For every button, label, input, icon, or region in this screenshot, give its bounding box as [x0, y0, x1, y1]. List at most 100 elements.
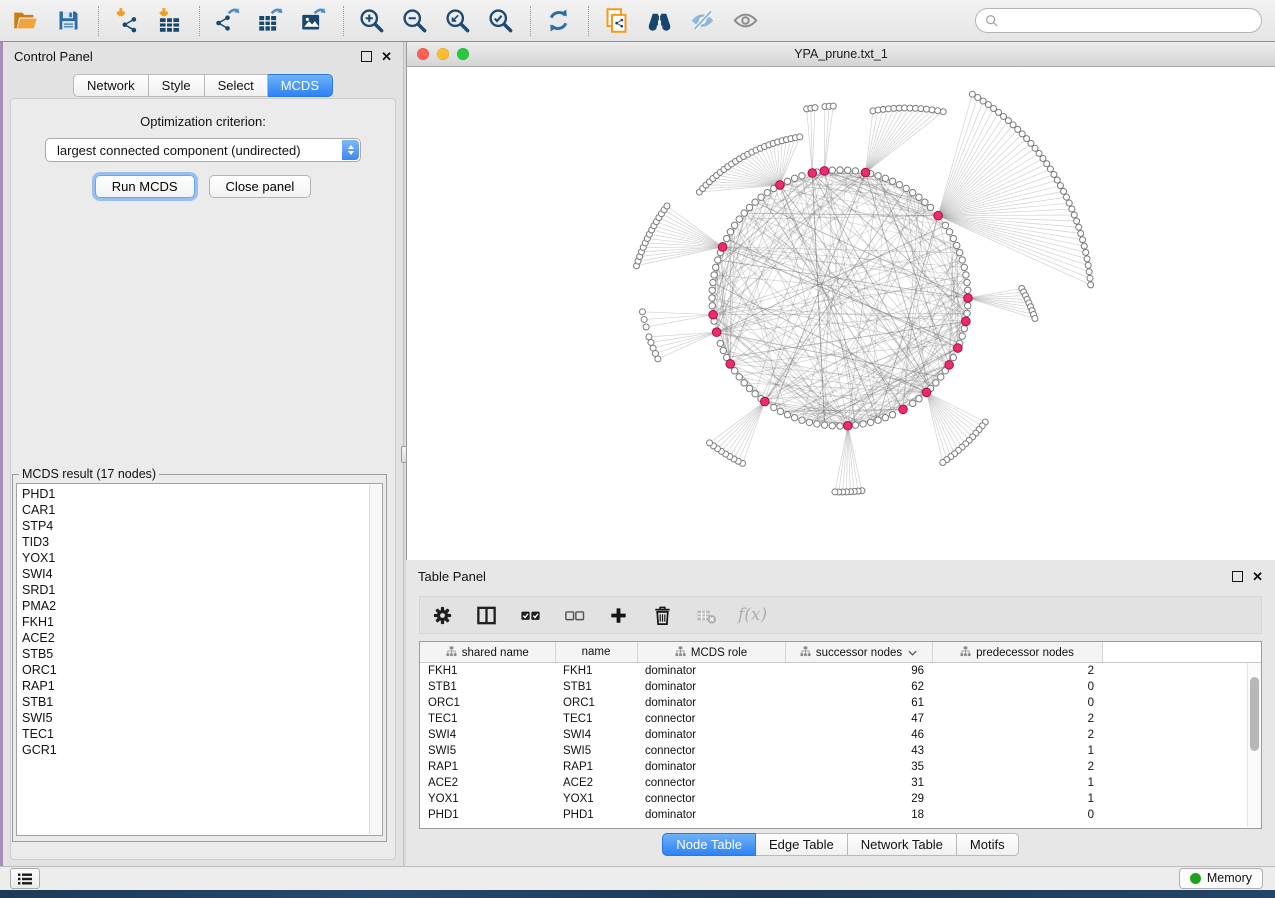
mcds-result-item[interactable]: CAR1 [22, 502, 368, 518]
delete-column-button[interactable] [650, 603, 674, 627]
zoom-window-light[interactable] [457, 48, 469, 60]
mcds-result-item[interactable]: SWI4 [22, 566, 368, 582]
table-cell: 31 [785, 775, 932, 791]
close-panel-icon[interactable]: ✕ [381, 50, 392, 63]
mcds-result-item[interactable]: STP4 [22, 518, 368, 534]
tab-network-table[interactable]: Network Table [848, 833, 957, 856]
status-bar: Memory [0, 866, 1275, 890]
refresh-view-icon [545, 7, 572, 34]
mcds-result-item[interactable]: SRD1 [22, 582, 368, 598]
column-header-mcds-role[interactable]: MCDS role [637, 642, 785, 663]
optimization-criterion-label: Optimization criterion: [11, 114, 395, 129]
mcds-result-item[interactable]: RAP1 [22, 678, 368, 694]
table-row[interactable]: TEC1TEC1connector472 [420, 711, 1261, 727]
list-scrollbar-track[interactable] [369, 485, 381, 834]
table-row[interactable]: FKH1FKH1dominator962 [420, 663, 1261, 680]
table-cell: 35 [785, 759, 932, 775]
tab-select[interactable]: Select [205, 74, 268, 97]
table-scrollbar-thumb[interactable] [1250, 677, 1259, 751]
float-window-icon[interactable] [1232, 571, 1243, 582]
mcds-result-item[interactable]: ACE2 [22, 630, 368, 646]
table-row[interactable]: SWI5SWI5connector431 [420, 743, 1261, 759]
mcds-result-item[interactable]: SWI5 [22, 710, 368, 726]
column-header-predecessor-nodes[interactable]: predecessor nodes [932, 642, 1102, 663]
table-cell: SWI4 [420, 727, 555, 743]
table-row[interactable]: STB1STB1dominator620 [420, 679, 1261, 695]
export-table-icon [257, 7, 284, 34]
table-row[interactable]: YOX1YOX1connector291 [420, 791, 1261, 807]
mcds-result-item[interactable]: PMA2 [22, 598, 368, 614]
add-column-button[interactable] [606, 603, 630, 627]
show-all-button[interactable] [730, 6, 760, 36]
find-network-button[interactable] [644, 6, 674, 36]
save-session-button[interactable] [53, 6, 83, 36]
search-input[interactable] [1000, 10, 1261, 32]
mcds-result-item[interactable]: TID3 [22, 534, 368, 550]
mcds-result-item[interactable]: STB5 [22, 646, 368, 662]
export-network-button[interactable] [212, 6, 242, 36]
toolbar-icon-group [10, 6, 773, 36]
search-box[interactable] [975, 8, 1262, 33]
open-file-button[interactable] [10, 6, 40, 36]
tab-edge-table[interactable]: Edge Table [756, 833, 848, 856]
main-toolbar [0, 0, 1275, 42]
zoom-fit-button[interactable] [442, 6, 472, 36]
tab-motifs[interactable]: Motifs [957, 833, 1019, 856]
column-layout-button[interactable] [474, 603, 498, 627]
list-icon [17, 872, 33, 886]
table-row[interactable]: PHD1PHD1dominator180 [420, 807, 1261, 823]
import-network-button[interactable] [111, 6, 141, 36]
column-header-successor-nodes[interactable]: successor nodes [785, 642, 932, 663]
zoom-out-button[interactable] [399, 6, 429, 36]
network-graph[interactable] [407, 67, 1275, 560]
tab-mcds[interactable]: MCDS [268, 74, 333, 97]
mcds-result-item[interactable]: YOX1 [22, 550, 368, 566]
mcds-result-list[interactable]: PHD1CAR1STP4TID3YOX1SWI4SRD1PMA2FKH1ACE2… [16, 483, 383, 836]
run-mcds-button[interactable]: Run MCDS [95, 175, 195, 198]
mcds-result-item[interactable]: GCR1 [22, 742, 368, 758]
table-cell: 62 [785, 679, 932, 695]
clone-network-button[interactable] [601, 6, 631, 36]
close-panel-icon[interactable]: ✕ [1252, 570, 1263, 583]
minimize-window-light[interactable] [437, 48, 449, 60]
zoom-out-icon [401, 7, 428, 34]
import-network-icon [113, 7, 140, 34]
export-table-button[interactable] [255, 6, 285, 36]
deselect-all-rows-icon [563, 604, 586, 627]
tab-node-table[interactable]: Node Table [662, 833, 756, 856]
column-header-name[interactable]: name [555, 642, 637, 663]
deselect-all-rows-button[interactable] [562, 603, 586, 627]
table-row[interactable]: ORC1ORC1dominator610 [420, 695, 1261, 711]
import-table-button[interactable] [154, 6, 184, 36]
mcds-result-item[interactable]: FKH1 [22, 614, 368, 630]
table-toolbar: f(x) [419, 596, 1262, 634]
task-history-button[interactable] [10, 868, 40, 889]
float-window-icon[interactable] [361, 51, 372, 62]
optimization-criterion-dropdown[interactable]: largest connected component (undirected) [45, 138, 361, 162]
hide-selected-button[interactable] [687, 6, 717, 36]
mcds-result-title: MCDS result (17 nodes) [19, 467, 159, 481]
table-scrollbar-track[interactable] [1247, 663, 1261, 827]
table-row[interactable]: ACE2ACE2connector311 [420, 775, 1261, 791]
table-row[interactable]: SWI4SWI4dominator462 [420, 727, 1261, 743]
mcds-result-item[interactable]: ORC1 [22, 662, 368, 678]
mcds-result-item[interactable]: PHD1 [22, 486, 368, 502]
export-image-button[interactable] [298, 6, 328, 36]
memory-button[interactable]: Memory [1179, 868, 1263, 889]
column-header-shared-name[interactable]: shared name [420, 642, 555, 663]
close-panel-button[interactable]: Close panel [209, 175, 312, 198]
table-cell: PHD1 [555, 807, 637, 823]
table-cell: 46 [785, 727, 932, 743]
tab-network[interactable]: Network [73, 74, 149, 97]
close-window-light[interactable] [417, 48, 429, 60]
toolbar-separator [530, 6, 531, 36]
mcds-result-item[interactable]: TEC1 [22, 726, 368, 742]
mcds-result-item[interactable]: STB1 [22, 694, 368, 710]
refresh-view-button[interactable] [543, 6, 573, 36]
table-row[interactable]: RAP1RAP1dominator352 [420, 759, 1261, 775]
table-settings-button[interactable] [430, 603, 454, 627]
zoom-selected-button[interactable] [485, 6, 515, 36]
zoom-in-button[interactable] [356, 6, 386, 36]
select-all-rows-button[interactable] [518, 603, 542, 627]
tab-style[interactable]: Style [149, 74, 205, 97]
